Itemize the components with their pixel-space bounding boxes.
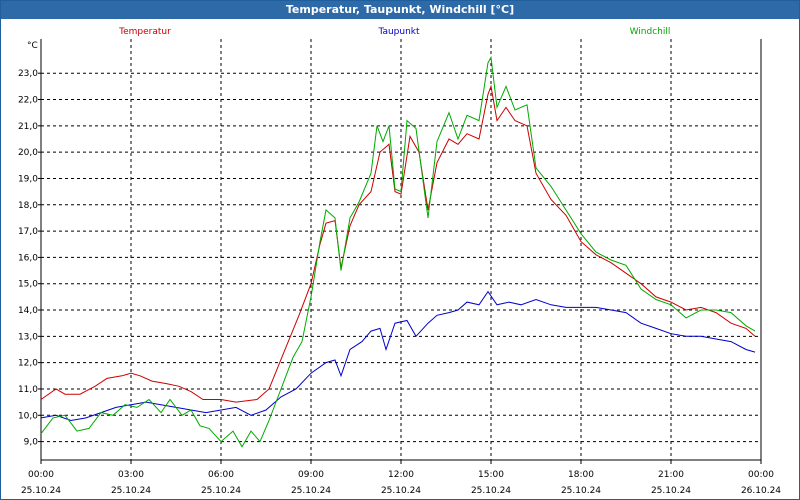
y-tick-label: 20,0 (18, 148, 38, 158)
series-line-taupunkt (40, 290, 756, 422)
y-tick-label: 21,0 (18, 122, 38, 132)
y-tick-label: 16,0 (18, 253, 38, 263)
y-tick-label: 17,0 (18, 227, 38, 237)
y-tick-label: 10,0 (18, 411, 38, 421)
x-tick-date-label: 25.10.24 (201, 486, 241, 496)
x-tick-date-label: 25.10.24 (651, 486, 691, 496)
x-tick-date-label: 25.10.24 (471, 486, 511, 496)
y-tick-label: 23,0 (18, 69, 38, 79)
x-tick-date-label: 25.10.24 (291, 486, 331, 496)
y-tick-label: 9,0 (24, 438, 39, 448)
x-tick-date-label: 25.10.24 (111, 486, 151, 496)
y-tick-label: 19,0 (18, 174, 38, 184)
chart-svg: 9,0 10,0 11,0 12,0 13,0 14,0 15,0 16,0 17,0 18,0 1… (18, 27, 781, 496)
y-tick-label: 15,0 (18, 280, 38, 290)
x-tick-time-label: 21:00 (658, 470, 684, 480)
x-tick-time-label: 00:00 (748, 470, 774, 480)
series-line-temperatur (40, 84, 756, 403)
legend-entry-windchill: Windchill (630, 27, 671, 37)
y-tick-label: 14,0 (18, 306, 38, 316)
x-tick-time-label: 09:00 (298, 470, 324, 480)
x-tick-date-label: 25.10.24 (561, 486, 601, 496)
x-tick-date-label: 25.10.24 (381, 486, 421, 496)
y-axis-unit-label: °C (27, 41, 38, 51)
y-tick-label: 13,0 (18, 332, 38, 342)
x-tick-time-label: 15:00 (478, 470, 504, 480)
x-tick-time-label: 12:00 (388, 470, 414, 480)
x-tick-time-label: 06:00 (208, 470, 234, 480)
chart-window: Temperatur, Taupunkt, Windchill [°C] 9,0… (0, 0, 800, 500)
x-tick-time-label: 03:00 (118, 470, 144, 480)
legend-entry-taupunkt: Taupunkt (377, 27, 420, 37)
series-line-windchill (40, 55, 756, 448)
x-tick-time-label: 00:00 (28, 470, 54, 480)
y-tick-label: 22,0 (18, 96, 38, 106)
y-tick-label: 11,0 (18, 385, 38, 395)
y-tick-label: 18,0 (18, 201, 38, 211)
y-tick-label: 12,0 (18, 359, 38, 369)
x-tick-date-label: 25.10.24 (21, 486, 61, 496)
x-tick-time-label: 18:00 (568, 470, 594, 480)
legend-entry-temperatur: Temperatur (118, 27, 171, 37)
x-tick-date-label: 26.10.24 (741, 486, 781, 496)
